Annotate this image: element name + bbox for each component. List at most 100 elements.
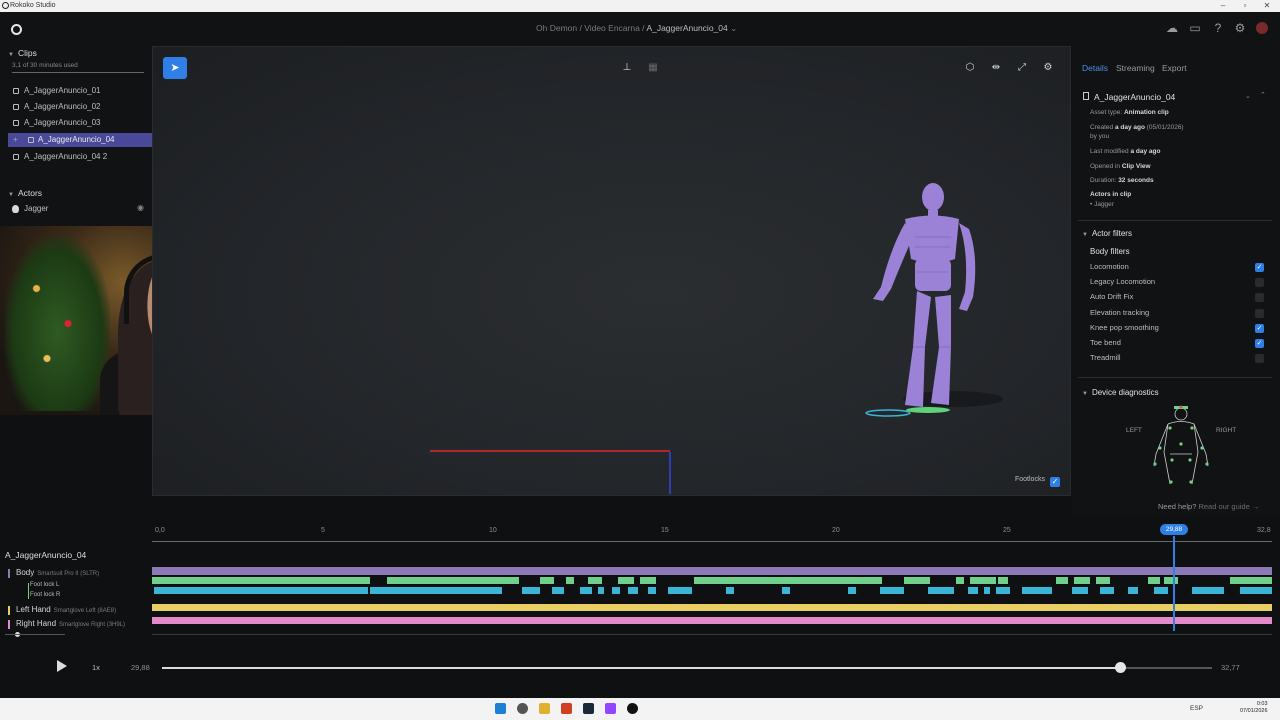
foot-lock-segment [1072,587,1088,594]
tab-details[interactable]: Details [1082,63,1108,73]
filter-checkbox[interactable] [1255,309,1264,318]
brave-icon[interactable] [561,703,572,714]
actors-in-clip-value: • Jagger [1090,201,1114,208]
timeline-zoom-bar[interactable] [152,634,1272,635]
maximize-button[interactable]: ▫ [1234,0,1256,12]
steam-icon[interactable] [583,703,594,714]
rokoko-taskbar-icon[interactable] [627,703,638,714]
expand-icon[interactable]: + [13,133,18,147]
clips-section-title[interactable]: ▼ Clips [8,48,37,58]
timeline-ruler[interactable] [152,541,1272,542]
read-guide-link[interactable]: Read our guide → [1198,502,1259,511]
scrub-handle[interactable] [1114,662,1126,673]
filter-checkbox[interactable] [1255,278,1264,287]
minimize-button[interactable]: – [1212,0,1234,12]
film-icon [13,88,19,94]
foot-lock-segment [1148,577,1160,584]
actor-item[interactable]: Jagger ◉ [8,203,152,215]
foot-lock-segment [1154,587,1168,594]
cloud-icon[interactable]: ☁ [1165,21,1179,35]
footlocks-checkbox[interactable]: ✓ [1050,477,1060,487]
mirror-icon[interactable]: ⇹ [988,60,1004,76]
3d-viewport[interactable] [152,46,1071,496]
filter-checkbox[interactable]: ✓ [1255,324,1264,333]
chevron-down-icon[interactable]: ▼ [8,192,14,198]
track-left-hand[interactable] [152,604,1272,611]
track-foot-lock-right[interactable] [152,587,1272,594]
filter-row[interactable]: Legacy Locomotion [1090,277,1274,289]
track-foot-lock-left[interactable] [152,577,1272,584]
fullscreen-icon[interactable]: ⤢ [1014,60,1030,76]
play-button[interactable] [57,660,67,672]
start-icon[interactable] [495,703,506,714]
avatar[interactable] [1256,22,1268,34]
filter-checkbox[interactable] [1255,293,1264,302]
avatar-figure[interactable] [153,47,1072,497]
breadcrumb[interactable]: Oh Demon / Video Encarna / A_JaggerAnunc… [536,23,737,34]
chevron-down-icon[interactable]: ▼ [8,52,14,58]
breadcrumb-clip[interactable]: A_JaggerAnuncio_04 [646,23,727,33]
windows-taskbar [0,698,1280,720]
language-indicator[interactable]: ESP [1190,705,1203,712]
chevron-up-icon[interactable]: ⌃ [1260,91,1266,99]
foot-lock-segment [1096,577,1110,584]
clip-item[interactable]: A_JaggerAnuncio_03 [8,116,152,130]
track-right-hand[interactable] [152,617,1272,624]
device-diagnostics-title[interactable]: ▼ Device diagnostics [1082,388,1159,397]
tab-streaming[interactable]: Streaming [1116,63,1155,73]
device-icon[interactable]: ▭ [1188,21,1202,35]
folder-icon[interactable] [539,703,550,714]
app-icon[interactable] [605,703,616,714]
clip-item-selected[interactable]: + A_JaggerAnuncio_04 [8,133,152,147]
filter-row[interactable]: Knee pop smoothing ✓ [1090,323,1274,335]
clip-item[interactable]: A_JaggerAnuncio_02 [8,100,152,114]
viewport-settings-icon[interactable]: ⚙ [1040,60,1056,76]
select-tool-button[interactable]: ➤ [163,57,187,79]
filter-row[interactable]: Locomotion ✓ [1090,262,1274,274]
foot-lock-segment [1100,587,1114,594]
rokoko-logo[interactable] [11,24,22,35]
filter-checkbox[interactable]: ✓ [1255,263,1264,272]
eye-icon[interactable]: ◉ [137,203,144,212]
suit-sensor-diagram [1153,405,1209,485]
created-by: by you [1090,133,1110,140]
cube-view-icon[interactable]: ⬡ [962,60,978,76]
pose-tool-icon[interactable]: ⊥ [619,60,635,76]
chevron-down-icon[interactable]: ⌄ [1245,92,1251,100]
taskbar-clock[interactable]: 0:03 07/01/2026 [1240,701,1268,715]
foot-lock-segment [1022,587,1052,594]
actors-section-title[interactable]: ▼ Actors [8,188,42,198]
help-icon[interactable]: ? [1211,21,1225,35]
duration: Duration: 32 seconds [1090,177,1154,184]
track-body[interactable] [152,567,1272,575]
foot-lock-segment [628,587,638,594]
tab-export[interactable]: Export [1162,63,1187,73]
gear-icon[interactable]: ⚙ [1233,21,1247,35]
clip-item[interactable]: A_JaggerAnuncio_04 2 [8,150,152,164]
playhead-time[interactable]: 29,88 [1160,524,1188,535]
filter-row[interactable]: Treadmill [1090,353,1274,365]
zoom-slider[interactable] [5,634,65,635]
foot-lock-segment [540,577,554,584]
chevron-down-icon[interactable]: ⌄ [730,23,737,33]
diagram-right-label: RIGHT [1216,427,1237,434]
filter-row[interactable]: Auto Drift Fix [1090,292,1274,304]
camera-tool-icon[interactable]: ▦ [645,60,661,76]
filter-row[interactable]: Elevation tracking [1090,308,1274,320]
chevron-down-icon[interactable]: ▼ [1082,232,1088,238]
foot-lock-segment [904,577,930,584]
filter-checkbox[interactable]: ✓ [1255,339,1264,348]
chevron-down-icon[interactable]: ▼ [1082,391,1088,397]
x-axis-line [430,450,670,452]
clip-item[interactable]: A_JaggerAnuncio_01 [8,84,152,98]
speed-selector[interactable]: 1x [92,663,100,672]
actor-filters-title[interactable]: ▼ Actor filters [1082,229,1132,238]
breadcrumb-project[interactable]: Oh Demon [536,23,577,33]
playhead[interactable] [1173,536,1175,631]
scrub-progress [162,667,1120,669]
filter-checkbox[interactable] [1255,354,1264,363]
close-window-button[interactable]: ✕ [1256,0,1278,12]
filter-row[interactable]: Toe bend ✓ [1090,338,1274,350]
search-icon[interactable] [517,703,528,714]
breadcrumb-scene[interactable]: Video Encarna [584,23,640,33]
